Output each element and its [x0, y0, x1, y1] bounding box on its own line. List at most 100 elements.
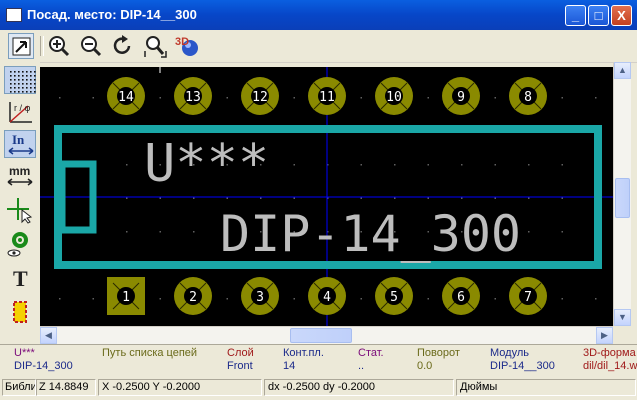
footprint-drawing[interactable]: U*** DIP-14_300 14 13 12 11 10 9 8 1234567: [40, 67, 613, 326]
grid-icon-dot: [18, 83, 20, 85]
info-value: DIP-14_300: [14, 360, 73, 372]
pad[interactable]: 5: [375, 277, 413, 315]
grid-icon-dot: [18, 91, 20, 93]
grid-icon-dot: [34, 91, 36, 93]
grid-icon-dot: [34, 87, 36, 89]
grid-icon-dot: [26, 87, 28, 89]
grid-dot: [226, 298, 228, 300]
info-value: 14: [283, 360, 296, 372]
pad-number: 2: [189, 290, 197, 305]
zoom-in-button[interactable]: [46, 33, 72, 59]
redraw-button[interactable]: [110, 33, 136, 59]
pad[interactable]: 14: [107, 77, 145, 115]
pad[interactable]: 3: [241, 277, 279, 315]
grid-icon-dot: [26, 71, 28, 73]
pad-number: 4: [323, 290, 331, 305]
pad[interactable]: 7: [509, 277, 547, 315]
grid-icon-dot: [22, 87, 24, 89]
polar-coords-button[interactable]: r / φ: [4, 98, 36, 126]
grid-toggle-button[interactable]: [4, 66, 36, 94]
scroll-left-button[interactable]: ◀: [40, 327, 57, 344]
pad[interactable]: 1: [107, 277, 145, 315]
vertical-scrollbar[interactable]: ▲ ▼: [613, 62, 631, 326]
grid-dot: [360, 164, 362, 166]
3d-viewer-button[interactable]: 3D: [174, 33, 200, 59]
value-text[interactable]: DIP-14_300: [220, 205, 521, 263]
grid-dot: [92, 298, 94, 300]
edge-sketch-button[interactable]: [4, 298, 36, 326]
grid-icon-dot: [18, 75, 20, 77]
grid-dot: [561, 97, 563, 99]
grid-dot: [427, 298, 429, 300]
grid-dot: [528, 197, 530, 199]
grid-dot: [159, 97, 161, 99]
polar-coords-icon: r / φ: [9, 102, 32, 123]
pad-sketch-button[interactable]: [4, 230, 36, 258]
pad[interactable]: 13: [174, 77, 212, 115]
3d-viewer-icon: 3D: [175, 36, 198, 56]
footprint-canvas[interactable]: U*** DIP-14_300 14 13 12 11 10 9 8 1234567: [40, 67, 613, 326]
minimize-button[interactable]: _: [565, 5, 586, 26]
grid-dot: [494, 197, 496, 199]
grid-icon-dot: [34, 75, 36, 77]
grid-icon-dot: [26, 91, 28, 93]
info-header: Модуль: [490, 347, 529, 359]
horizontal-scrollbar[interactable]: ◀ ▶: [40, 326, 613, 344]
grid-dot: [461, 197, 463, 199]
reference-text[interactable]: U***: [144, 134, 269, 194]
pad-number: 6: [457, 290, 465, 305]
grid-icon-dot: [30, 83, 32, 85]
info-pads: Конт.пл. 14: [283, 347, 324, 373]
units-inch-button[interactable]: In: [4, 130, 36, 158]
grid-icon-dot: [10, 83, 12, 85]
pad[interactable]: 11: [308, 77, 346, 115]
edge-sketch-icon: [13, 301, 27, 323]
info-status: Стат. ..: [358, 347, 384, 373]
pad[interactable]: 10: [375, 77, 413, 115]
units-mm-button[interactable]: mm: [4, 162, 36, 190]
grid-icon-dot: [18, 79, 20, 81]
pad[interactable]: 6: [442, 277, 480, 315]
pad-number: 11: [319, 90, 335, 105]
grid-dot: [528, 164, 530, 166]
pad-number: 13: [185, 90, 201, 105]
scroll-up-button[interactable]: ▲: [614, 62, 631, 79]
info-value: 0.0: [417, 360, 433, 372]
pad-number: 8: [524, 90, 532, 105]
maximize-button[interactable]: □: [588, 5, 609, 26]
scroll-down-button[interactable]: ▼: [614, 309, 631, 326]
info-netlist-path: Путь списка цепей: [102, 347, 197, 360]
bottom-pad-row: 1 2 3 4 5 6 7: [107, 277, 547, 315]
pad[interactable]: 8: [509, 77, 547, 115]
close-button[interactable]: X: [611, 5, 632, 26]
window-titlebar[interactable]: Посад. место: DIP-14__300 _ □ X: [0, 0, 637, 30]
grid-icon-dot: [14, 87, 16, 89]
cursor-shape-button[interactable]: [4, 196, 36, 224]
info-header: U***: [14, 347, 35, 359]
grid-dot: [126, 231, 128, 233]
grid-icon-dot: [34, 83, 36, 85]
pad[interactable]: 4: [308, 277, 346, 315]
pad[interactable]: 9: [442, 77, 480, 115]
vertical-scroll-thumb[interactable]: [615, 178, 630, 218]
grid-icon-dot: [10, 71, 12, 73]
scroll-right-button[interactable]: ▶: [596, 327, 613, 344]
zoom-out-button[interactable]: [78, 33, 104, 59]
status-library: Библи: [2, 379, 36, 396]
grid-dot: [92, 97, 94, 99]
pad[interactable]: 2: [174, 277, 212, 315]
grid-dot: [193, 197, 195, 199]
info-value: Front: [227, 360, 253, 372]
pad[interactable]: 12: [241, 77, 279, 115]
status-bar: Библи Z 14.8849 X -0.2500 Y -0.2000 dx -…: [0, 376, 637, 400]
main-toolbar: 3D: [0, 30, 637, 63]
grid-dot: [360, 298, 362, 300]
cursor-shape-icon: [7, 198, 33, 224]
text-sketch-icon: T: [13, 266, 28, 291]
zoom-fit-button[interactable]: [142, 33, 168, 59]
grid-icon-dot: [30, 71, 32, 73]
grid-dot: [528, 231, 530, 233]
text-sketch-button[interactable]: T: [4, 264, 36, 292]
horizontal-scroll-thumb[interactable]: [290, 328, 352, 343]
export-footprint-button[interactable]: [8, 33, 34, 59]
